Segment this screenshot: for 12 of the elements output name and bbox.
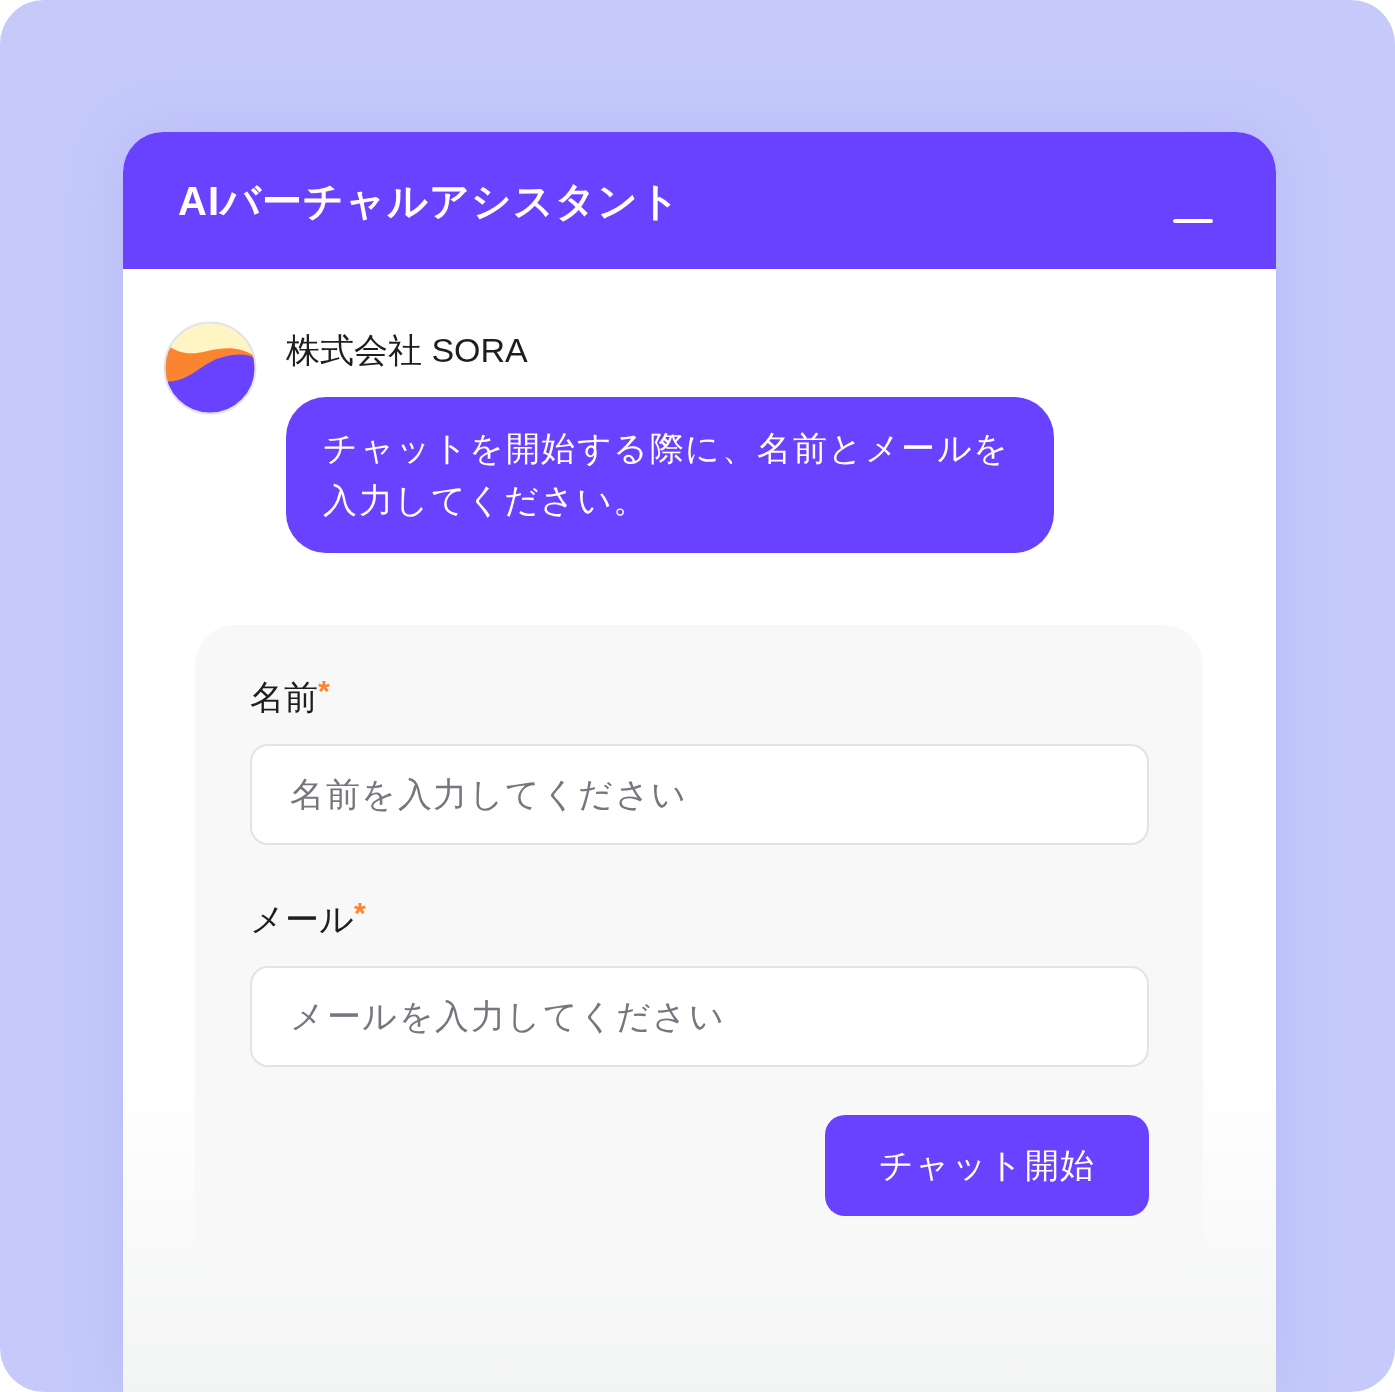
input-field[interactable]: メールを入力してください xyxy=(250,966,1149,1067)
start-chat-button[interactable]: チャット開始 xyxy=(825,1115,1149,1216)
field-label: 名前 xyxy=(250,677,318,718)
minimize-icon xyxy=(1173,219,1213,223)
required-mark: * xyxy=(318,673,330,707)
message-text: チャットを開始する際に、名前とメールを入力してください。 xyxy=(323,428,1011,521)
required-mark: * xyxy=(354,895,366,929)
widget-title: AIバーチャルアシスタント xyxy=(178,178,681,225)
field-label: メール xyxy=(250,899,354,940)
minimize-button[interactable] xyxy=(1173,219,1213,223)
sender-name: 株式会社 SORA xyxy=(286,330,528,371)
input-field[interactable]: 名前を入力してください xyxy=(250,744,1149,845)
